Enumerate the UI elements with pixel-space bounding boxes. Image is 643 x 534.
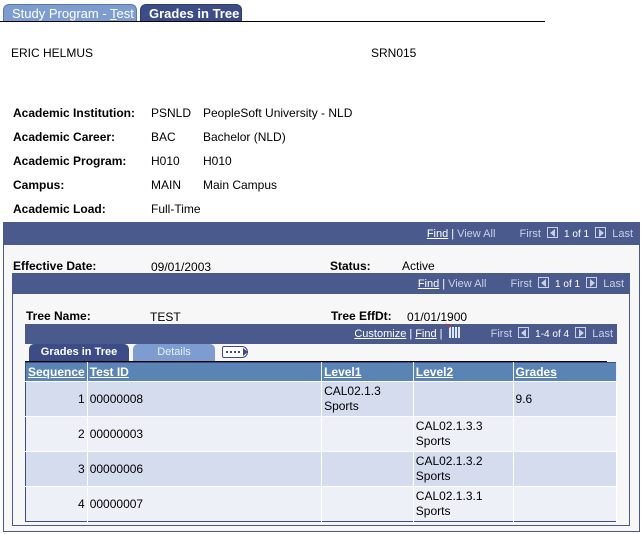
cell-level2 [413, 381, 514, 417]
career-desc: Bachelor (NLD) [203, 130, 286, 144]
campus-code: MAIN [151, 178, 181, 192]
inner-row-count: 1 of 1 [555, 279, 581, 290]
student-id: SRN015 [371, 46, 417, 60]
effective-date-scroll-area: Find | View All First 1 of 1 Last Effectiv… [3, 222, 640, 532]
next-arrow-icon[interactable] [575, 327, 587, 338]
status-value: Active [402, 259, 435, 273]
load-value: Full-Time [151, 202, 201, 216]
grid-first-link[interactable]: First [491, 328, 512, 340]
cell-sequence: 3 [25, 451, 88, 487]
cell-test-id: 00000007 [87, 486, 323, 522]
column-header-sequence[interactable]: Sequence [25, 362, 88, 382]
separator: | [451, 228, 455, 240]
grid-row-count: 1-4 of 4 [535, 329, 570, 340]
institution-label: Academic Institution: [13, 106, 136, 120]
cell-level2: CAL02.1.3.3 Sports [413, 416, 514, 452]
load-label: Academic Load: [13, 202, 106, 216]
grades-table: Sequence Test ID Level1 Level2 Grades 1 … [25, 362, 618, 522]
customize-link[interactable]: Customize [354, 328, 406, 340]
outer-last-link[interactable]: Last [612, 228, 633, 240]
cell-grades [513, 416, 618, 452]
table-header-row: Sequence Test ID Level1 Level2 Grades [25, 362, 618, 382]
inner-view-all-link[interactable]: View All [448, 278, 486, 290]
cell-test-id: 00000003 [87, 416, 323, 452]
tab-grades-in-tree[interactable]: Grades in Tree [140, 4, 242, 22]
grid-nav-bar: Customize | Find | ↘ First 1-4 of 4 Last [25, 322, 617, 344]
cell-sequence: 4 [25, 486, 88, 522]
career-code: BAC [151, 130, 176, 144]
inner-nav-bar: Find | View All First 1 of 1 Last [13, 274, 629, 294]
effective-date-value: 09/01/2003 [151, 260, 212, 274]
outer-row-count: 1 of 1 [564, 229, 590, 240]
institution-code: PSNLD [151, 106, 192, 120]
cell-level1 [321, 486, 414, 522]
status-label: Status: [330, 259, 371, 273]
column-header-test-id[interactable]: Test ID [87, 362, 323, 382]
campus-label: Campus: [13, 178, 65, 192]
tree-name-value: TEST [150, 310, 181, 324]
inner-find-link[interactable]: Find [418, 278, 439, 290]
prev-arrow-icon[interactable] [537, 277, 549, 288]
cell-grades [513, 451, 618, 487]
table-row: 2 00000003 CAL02.1.3.3 Sports [25, 416, 618, 452]
table-row: 3 00000006 CAL02.1.3.2 Sports [25, 451, 618, 487]
tree-scroll-area: Find | View All First 1 of 1 Last Tree Nam… [12, 273, 630, 526]
column-header-level2[interactable]: Level2 [413, 362, 514, 382]
separator: | [409, 328, 413, 340]
grid-tab-grades-in-tree[interactable]: Grades in Tree [29, 344, 129, 361]
outer-view-all-link[interactable]: View All [457, 228, 495, 240]
grid-tab-details[interactable]: Details [133, 344, 215, 361]
cell-grades: 9.6 [513, 381, 618, 417]
outer-first-link[interactable]: First [520, 228, 541, 240]
prev-arrow-icon[interactable] [546, 227, 558, 238]
program-desc: H010 [203, 154, 232, 168]
column-header-level1[interactable]: Level1 [321, 362, 414, 382]
next-arrow-icon[interactable] [595, 227, 607, 238]
career-label: Academic Career: [13, 130, 116, 144]
cell-test-id: 00000006 [87, 451, 323, 487]
effective-date-label: Effective Date: [13, 259, 97, 273]
tree-effdt-value: 01/01/1900 [407, 310, 468, 324]
cell-level1 [321, 416, 414, 452]
outer-find-link[interactable]: Find [427, 228, 448, 240]
cell-test-id: 00000008 [87, 381, 323, 417]
institution-desc: PeopleSoft University - NLD [203, 106, 353, 120]
tab-study-program[interactable]: Study Program - Test [3, 4, 137, 22]
tab-underline [0, 21, 545, 22]
cell-level2: CAL02.1.3.1 Sports [413, 486, 514, 522]
cell-level1 [321, 451, 414, 487]
campus-desc: Main Campus [203, 178, 278, 192]
next-arrow-icon[interactable] [586, 277, 598, 288]
column-header-grades[interactable]: Grades [513, 362, 618, 382]
outer-nav-bar: Find | View All First 1 of 1 Last [4, 223, 639, 245]
tree-effdt-label: Tree EffDt: [331, 309, 392, 323]
table-row: 4 00000007 CAL02.1.3.1 Sports [25, 486, 618, 522]
separator: | [442, 278, 446, 290]
program-label: Academic Program: [13, 154, 127, 168]
program-code: H010 [151, 154, 180, 168]
download-grid-icon[interactable]: ↘ [445, 322, 461, 338]
inner-last-link[interactable]: Last [603, 278, 624, 290]
cell-level2: CAL02.1.3.2 Sports [413, 451, 514, 487]
cell-sequence: 1 [25, 381, 88, 417]
cell-sequence: 2 [25, 416, 88, 452]
grid-last-link[interactable]: Last [592, 328, 613, 340]
show-all-columns-icon[interactable] [222, 346, 248, 358]
inner-first-link[interactable]: First [511, 278, 532, 290]
prev-arrow-icon[interactable] [518, 327, 530, 338]
cell-grades [513, 486, 618, 522]
student-name: ERIC HELMUS [11, 46, 94, 60]
grid-find-link[interactable]: Find [415, 328, 436, 340]
tree-name-label: Tree Name: [26, 309, 91, 323]
cell-level1: CAL02.1.3 Sports [321, 381, 414, 417]
grades-grid: Customize | Find | ↘ First 1-4 of 4 Last Gr… [25, 322, 618, 522]
table-row: 1 00000008 CAL02.1.3 Sports 9.6 [25, 381, 618, 417]
